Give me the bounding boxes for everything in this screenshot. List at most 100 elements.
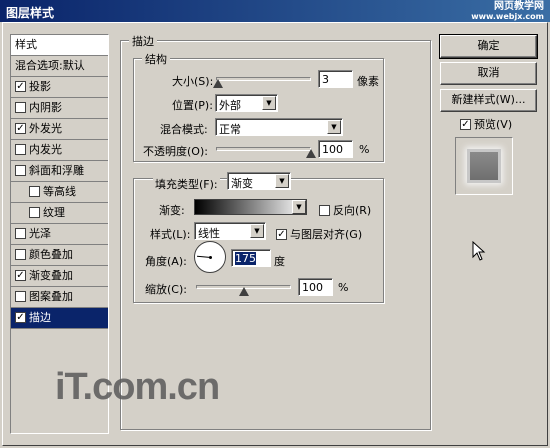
size-unit: 像素 (357, 75, 379, 88)
window-title: 图层样式 (6, 6, 55, 20)
size-slider-thumb[interactable] (212, 79, 223, 88)
blend-mode-select[interactable]: 正常 ▼ (215, 118, 343, 136)
cancel-button[interactable]: 取消 (440, 62, 537, 85)
sidebar-item[interactable]: ✓ 描边 (11, 308, 108, 329)
sidebar-item-checkbox[interactable]: ✓ (15, 269, 26, 281)
sidebar-item-label: 混合选项:默认 (15, 59, 85, 72)
fill-type-select-value: 渐变 (231, 177, 253, 190)
sidebar-item-checkbox[interactable]: ✓ (15, 311, 26, 323)
preview-label: 预览(V) (474, 118, 513, 131)
sidebar-item-checkbox[interactable] (29, 185, 40, 197)
opacity-label: 不透明度(O): (143, 145, 208, 158)
sidebar-item[interactable]: 图案叠加 (11, 287, 108, 308)
sidebar-item-label: 纹理 (43, 206, 65, 219)
size-label: 大小(S): (172, 75, 214, 88)
gradient-style-select-value: 线性 (198, 227, 220, 240)
opacity-slider-thumb[interactable] (306, 149, 316, 158)
blend-mode-label: 混合模式: (160, 123, 208, 136)
size-input[interactable]: 3 (318, 70, 353, 88)
structure-group-title: 结构 (142, 51, 170, 67)
opacity-input[interactable]: 100 (318, 140, 353, 158)
style-label: 样式(L): (150, 228, 191, 241)
sidebar-item-label: 内发光 (29, 143, 62, 156)
sidebar-item-label: 内阴影 (29, 101, 62, 114)
sidebar-item-label: 外发光 (29, 122, 62, 135)
preview-checkbox-box[interactable]: ✓ (460, 118, 471, 130)
sidebar-item-checkbox[interactable] (15, 227, 26, 239)
sidebar-item-checkbox[interactable] (29, 206, 40, 218)
gradient-swatch[interactable] (194, 199, 307, 215)
sidebar-item[interactable]: 等高线 (11, 182, 108, 203)
sidebar-item-checkbox[interactable]: ✓ (15, 80, 26, 92)
sidebar-item[interactable]: 内发光 (11, 140, 108, 161)
sidebar-item[interactable]: 混合选项:默认 (11, 56, 108, 77)
chevron-down-icon[interactable]: ▼ (292, 200, 306, 214)
angle-dial[interactable] (194, 241, 226, 273)
new-style-button[interactable]: 新建样式(W)... (440, 89, 537, 112)
sidebar-item-checkbox[interactable] (15, 290, 26, 302)
chevron-down-icon[interactable]: ▼ (250, 224, 264, 238)
reverse-checkbox-box[interactable] (319, 204, 330, 216)
chevron-down-icon[interactable]: ▼ (327, 120, 341, 134)
style-preview (455, 137, 513, 195)
gradient-label: 渐变: (159, 204, 185, 217)
sidebar-item-label: 投影 (29, 80, 51, 93)
style-list-header-label: 样式 (15, 38, 37, 51)
mouse-cursor-icon (472, 241, 486, 261)
style-preview-swatch (467, 149, 501, 183)
sidebar-item-label: 等高线 (43, 185, 76, 198)
blend-mode-select-value: 正常 (219, 123, 241, 136)
sidebar-item[interactable]: ✓ 投影 (11, 77, 108, 98)
sidebar-item-label: 斜面和浮雕 (29, 164, 84, 177)
sidebar-item-label: 描边 (29, 311, 51, 324)
reverse-checkbox[interactable]: 反向(R) (319, 202, 371, 218)
reverse-label: 反向(R) (333, 204, 372, 217)
ok-button[interactable]: 确定 (439, 34, 538, 59)
preview-checkbox[interactable]: ✓ 预览(V) (460, 116, 512, 132)
sidebar-item-label: 图案叠加 (29, 290, 73, 303)
sidebar-item-checkbox[interactable] (15, 143, 26, 155)
angle-unit: 度 (274, 255, 285, 268)
sidebar-item-checkbox[interactable]: ✓ (15, 122, 26, 134)
sidebar-item-label: 光泽 (29, 227, 51, 240)
sidebar-item[interactable]: 颜色叠加 (11, 245, 108, 266)
scale-label: 缩放(C): (145, 283, 187, 296)
chevron-down-icon[interactable]: ▼ (275, 174, 289, 188)
angle-center-dot (209, 256, 212, 259)
position-select[interactable]: 外部 ▼ (215, 94, 278, 112)
sidebar-item-label: 渐变叠加 (29, 269, 73, 282)
scale-unit: % (338, 281, 349, 294)
sidebar-item[interactable]: 光泽 (11, 224, 108, 245)
sidebar-item[interactable]: ✓ 外发光 (11, 119, 108, 140)
sidebar-item-label: 颜色叠加 (29, 248, 73, 261)
align-with-layer-checkbox-box[interactable]: ✓ (276, 228, 287, 240)
watermark-top: 网页教学网 www.webjx.com (471, 2, 544, 22)
window-title-bar: 图层样式 网页教学网 www.webjx.com (0, 0, 550, 22)
watermark-bottom: iT.com.cn (55, 366, 220, 408)
sidebar-item-checkbox[interactable] (15, 248, 26, 260)
opacity-unit: % (359, 143, 370, 156)
align-with-layer-checkbox[interactable]: ✓ 与图层对齐(G) (276, 226, 362, 242)
angle-input[interactable]: 175 (231, 249, 271, 267)
chevron-down-icon[interactable]: ▼ (262, 96, 276, 110)
size-slider-track[interactable] (216, 77, 311, 81)
sidebar-item[interactable]: ✓ 渐变叠加 (11, 266, 108, 287)
fill-type-select[interactable]: 渐变 ▼ (227, 172, 291, 190)
angle-value: 175 (235, 252, 256, 265)
sidebar-item-checkbox[interactable] (15, 164, 26, 176)
style-list-header[interactable]: 样式 (11, 35, 108, 56)
sidebar-item[interactable]: 斜面和浮雕 (11, 161, 108, 182)
fill-type-label: 填充类型(F): (153, 176, 220, 192)
position-select-value: 外部 (219, 99, 241, 112)
sidebar-item[interactable]: 纹理 (11, 203, 108, 224)
scale-slider-thumb[interactable] (238, 287, 249, 296)
angle-label: 角度(A): (145, 255, 187, 268)
opacity-slider-track[interactable] (216, 147, 311, 151)
sidebar-item[interactable]: 内阴影 (11, 98, 108, 119)
watermark-top-line1: 网页教学网 (494, 1, 544, 12)
sidebar-item-checkbox[interactable] (15, 101, 26, 113)
gradient-style-select[interactable]: 线性 ▼ (194, 222, 266, 240)
scale-input[interactable]: 100 (298, 278, 333, 296)
position-label: 位置(P): (172, 99, 213, 112)
align-with-layer-label: 与图层对齐(G) (290, 228, 363, 241)
